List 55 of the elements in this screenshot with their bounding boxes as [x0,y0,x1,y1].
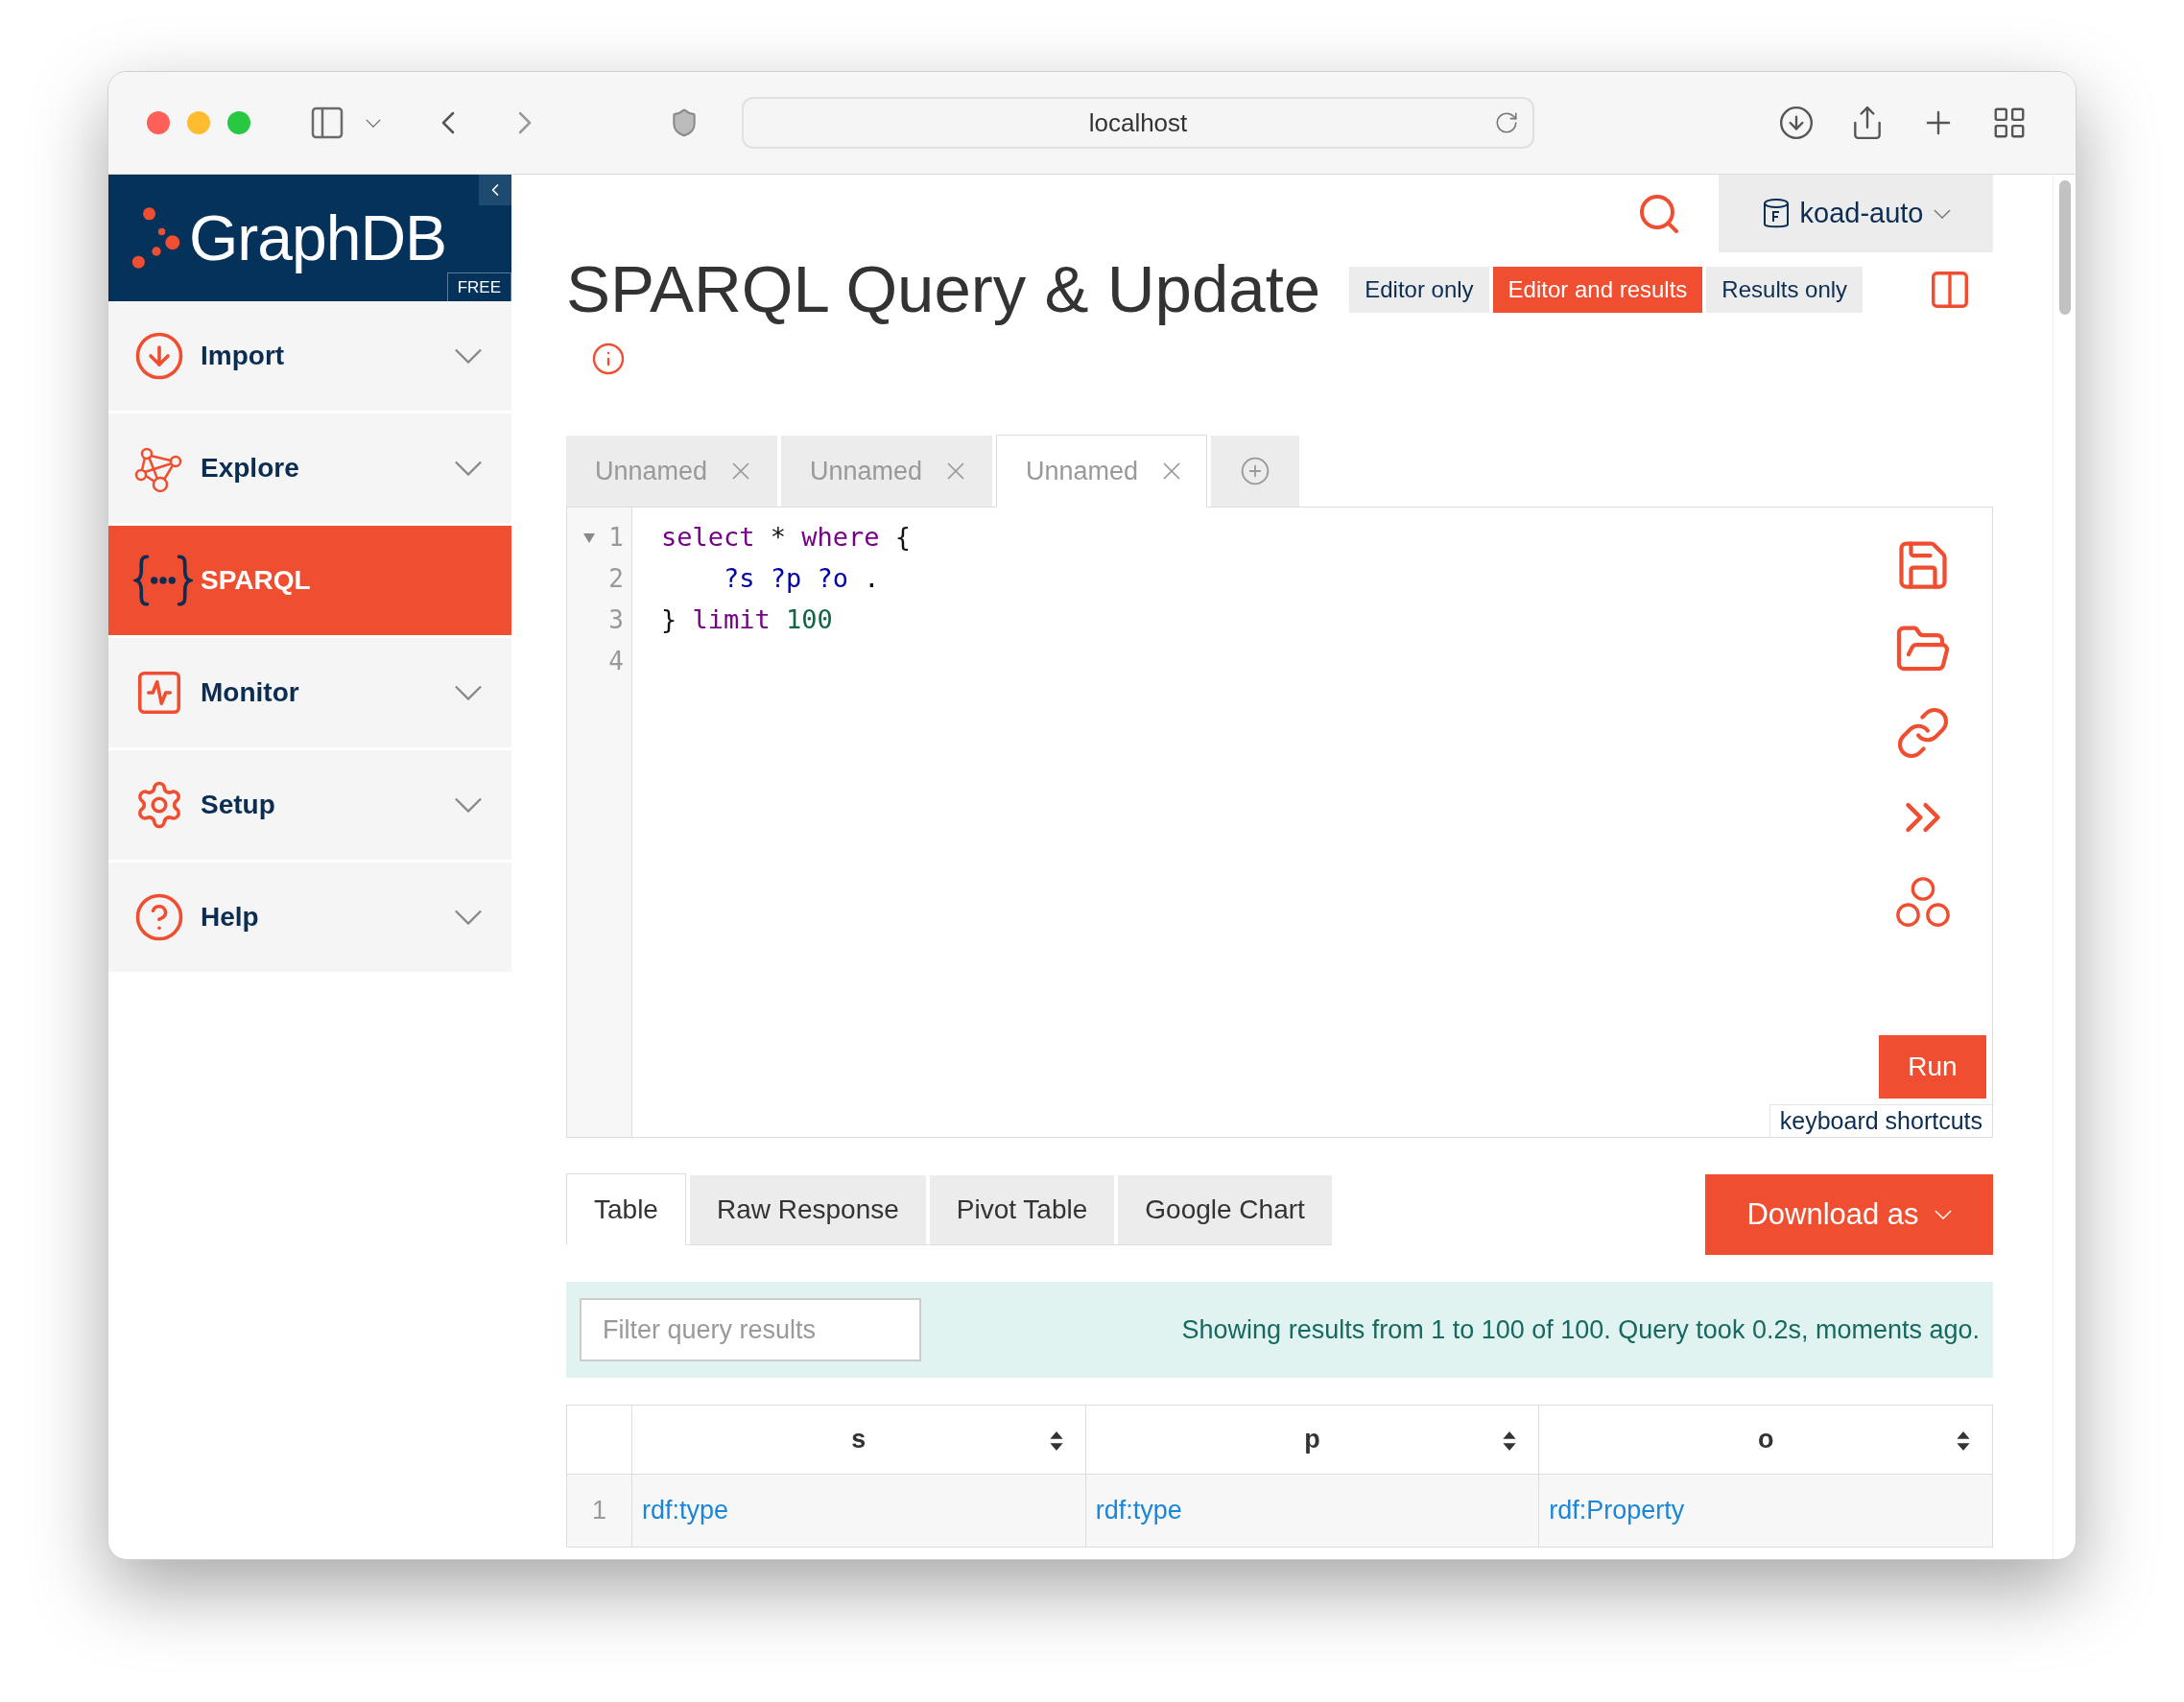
download-circle-icon [133,330,185,382]
reload-icon[interactable] [1494,110,1519,135]
fold-triangle-icon[interactable] [583,532,596,543]
view-mode-button[interactable]: Editor and results [1492,266,1703,313]
repository-dropdown[interactable]: koad-auto [1719,175,1993,252]
result-tab[interactable]: Google Chart [1118,1175,1332,1244]
code-editor[interactable]: 1 2 3 4 select * where { ?s ?p ?o . } limit 100 Run keyboard shortcuts [566,507,1993,1138]
result-link[interactable]: rdf:type [642,1496,729,1525]
database-icon [1761,197,1791,230]
link-icon[interactable] [1895,705,1951,761]
close-window-icon[interactable] [147,111,170,134]
info-icon[interactable] [591,342,626,376]
column-header[interactable]: s [631,1405,1086,1475]
keyboard-shortcuts-link[interactable]: keyboard shortcuts [1769,1104,1992,1137]
logo-text: GraphDB [189,201,447,275]
line-number: 4 [608,646,624,677]
code-line: } limit 100 [661,603,833,637]
line-number: 3 [608,604,624,636]
result-link[interactable]: rdf:type [1095,1496,1182,1525]
chevron-down-icon [366,118,381,128]
line-number: 1 [608,522,624,554]
download-icon[interactable] [1778,105,1815,141]
filter-field[interactable]: Filter query results [580,1298,921,1361]
row-number: 1 [566,1474,632,1548]
sort-icon[interactable] [1502,1430,1518,1452]
collapse-sidebar-button[interactable] [479,175,511,205]
nav-item[interactable]: Setup [108,750,511,860]
result-link[interactable]: rdf:Property [1549,1496,1685,1525]
nav-item[interactable]: Import [108,301,511,411]
line-number: 2 [608,563,624,595]
add-tab-button[interactable] [1211,436,1299,507]
sort-icon[interactable] [1956,1430,1971,1452]
result-tab[interactable]: Pivot Table [929,1175,1115,1244]
nav-item[interactable]: Help [108,863,511,972]
chevron-down-icon [1934,1210,1952,1219]
view-mode-button[interactable]: Editor only [1349,266,1489,313]
results-status: Showing results from 1 to 100 of 100. Query took 0.2s, moments ago. [1181,1313,1980,1346]
view-mode-button[interactable]: Results only [1706,266,1864,313]
result-tab[interactable]: Raw Response [689,1175,926,1244]
nav-item[interactable]: Monitor [108,638,511,747]
code-line: ?s ?p ?o . [723,562,880,596]
chevron-down-icon [1933,208,1951,219]
help-icon [133,891,185,943]
address-bar[interactable]: localhost [742,97,1534,149]
code-line: select * where { [661,521,912,555]
column-header[interactable]: o [1538,1405,1993,1475]
result-tab[interactable]: Table [566,1173,686,1245]
download-button[interactable]: Download as [1705,1174,1993,1255]
column-header[interactable]: p [1085,1405,1539,1475]
maximize-window-icon[interactable] [227,111,250,134]
run-button[interactable]: Run [1879,1035,1986,1099]
nav-item[interactable]: Explore [108,414,511,523]
nav-item[interactable]: SPARQL [108,526,511,635]
sort-icon[interactable] [1048,1430,1064,1452]
add-icon [1240,456,1270,486]
